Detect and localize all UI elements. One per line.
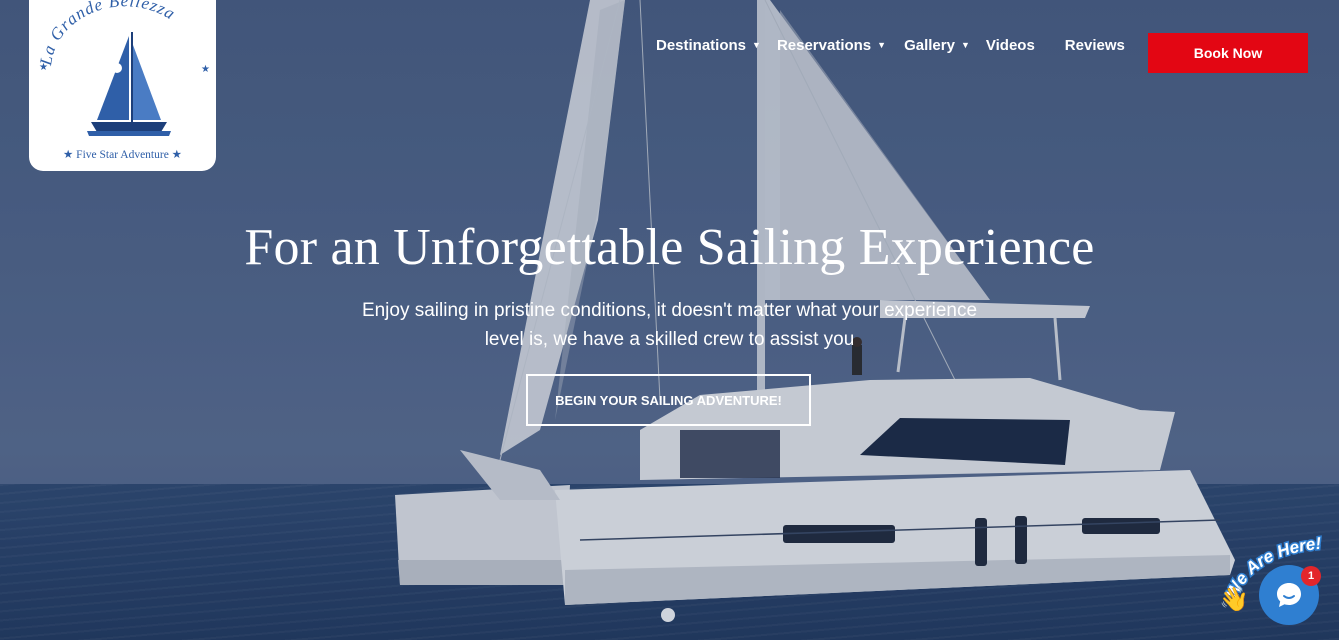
chat-widget[interactable]: We Are Here! 👋 1 <box>1214 530 1339 640</box>
svg-text:★: ★ <box>201 64 210 75</box>
nav-destinations[interactable]: Destinations ▼ <box>656 37 761 54</box>
hero-subtext: Enjoy sailing in pristine conditions, it… <box>361 300 978 350</box>
nav-reservations[interactable]: Reservations ▼ <box>777 37 886 54</box>
chevron-down-icon: ▼ <box>960 40 970 50</box>
chevron-down-icon: ▼ <box>877 40 887 50</box>
nav-destinations-label: Destinations <box>656 36 747 54</box>
slider-dot-active[interactable] <box>661 608 675 622</box>
nav-videos-label: Videos <box>985 36 1035 54</box>
site-logo[interactable]: La Grande Bellezza ★ ★ ★ Five Star Adven… <box>29 0 216 171</box>
nav-gallery[interactable]: Gallery ▼ <box>904 37 970 54</box>
nav-reviews-label: Reviews <box>1064 36 1125 54</box>
nav-reservations-label: Reservations <box>776 36 872 54</box>
logo-emblem: La Grande Bellezza ★ ★ ★ Five Star Adven… <box>36 0 210 161</box>
logo-name: La Grande Bellezza <box>36 0 178 68</box>
nav-gallery-label: Gallery <box>904 36 955 54</box>
book-now-button[interactable]: Book Now <box>1148 33 1308 73</box>
begin-adventure-button[interactable]: BEGIN YOUR SAILING ADVENTURE! <box>526 374 811 426</box>
waving-hand-icon: 👋 <box>1219 586 1249 613</box>
svg-text:La Grande Bellezza: La Grande Bellezza <box>36 0 179 68</box>
nav-reviews[interactable]: Reviews <box>1065 37 1125 54</box>
chat-bubble-icon <box>1277 583 1301 607</box>
logo-tagline: ★ Five Star Adventure ★ <box>63 149 182 161</box>
svg-text:★: ★ <box>39 62 48 73</box>
chevron-down-icon: ▼ <box>752 40 761 50</box>
chat-notification-badge: 1 <box>1301 566 1321 586</box>
nav-videos[interactable]: Videos <box>986 37 1035 54</box>
main-nav: Destinations ▼ Reservations ▼ Gallery ▼ … <box>656 36 1125 54</box>
hero-headline: For an Unforgettable Sailing Experience <box>244 219 1095 276</box>
